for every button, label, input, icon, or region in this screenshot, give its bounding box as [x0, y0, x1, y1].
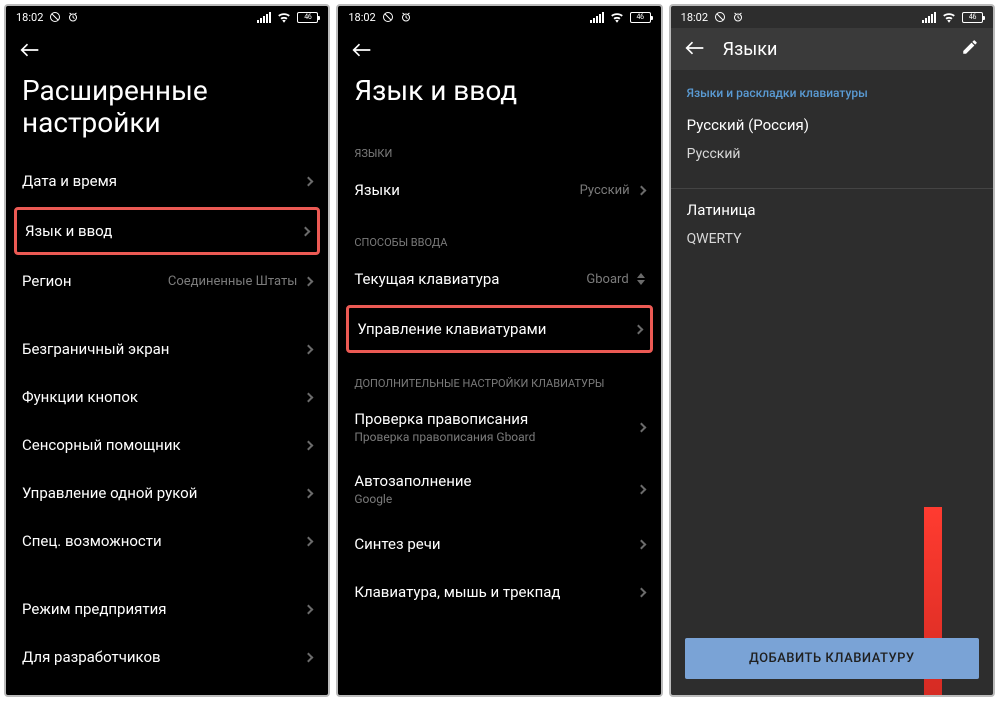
back-button[interactable] — [338, 28, 660, 65]
row-language-input[interactable]: Язык и ввод — [14, 207, 320, 255]
chevron-right-icon — [304, 392, 314, 402]
chevron-right-icon — [636, 539, 646, 549]
row-label: Дата и время — [22, 172, 117, 190]
status-bar: 18:02 46 — [6, 6, 328, 28]
row-sensor-helper[interactable]: Сенсорный помощник — [6, 421, 328, 469]
signal-icon — [257, 12, 271, 23]
row-value: Русский — [580, 183, 630, 198]
row-value: Соединенные Штаты — [168, 274, 297, 289]
row-subtitle: Проверка правописания Gboard — [354, 430, 535, 444]
status-time: 18:02 — [348, 11, 375, 24]
status-time: 18:02 — [681, 11, 708, 24]
row-enterprise[interactable]: Режим предприятия — [6, 585, 328, 633]
signal-icon — [922, 12, 936, 23]
row-languages[interactable]: Языки Русский — [338, 166, 660, 214]
row-label: Проверка правописания — [354, 410, 535, 428]
row-label: Клавиатура, мышь и трекпад — [354, 583, 560, 601]
row-autofill[interactable]: Автозаполнение Google — [338, 458, 660, 520]
chevron-right-icon — [304, 440, 314, 450]
dnd-icon — [49, 11, 61, 23]
dnd-icon — [382, 11, 394, 23]
row-kmt[interactable]: Клавиатура, мышь и трекпад — [338, 568, 660, 616]
add-keyboard-button[interactable]: ДОБАВИТЬ КЛАВИАТУРУ — [685, 638, 979, 679]
screen-advanced-settings: 18:02 46 Расширенные настройки Дата и вр… — [4, 4, 330, 697]
row-button-funcs[interactable]: Функции кнопок — [6, 373, 328, 421]
row-label: Безграничный экран — [22, 340, 169, 358]
row-label: Для разработчиков — [22, 648, 161, 666]
chevron-right-icon — [636, 422, 646, 432]
section-additional: ДОПОЛНИТЕЛЬНЫЕ НАСТРОЙКИ КЛАВИАТУРЫ — [338, 355, 660, 396]
status-bar: 18:02 46 — [671, 6, 993, 28]
page-title: Язык и ввод — [338, 65, 660, 125]
row-region[interactable]: Регион Соединенные Штаты — [6, 257, 328, 305]
back-button[interactable] — [6, 28, 328, 65]
row-label: Автозаполнение — [354, 472, 471, 490]
row-label: Сенсорный помощник — [22, 436, 181, 454]
back-button[interactable] — [685, 40, 705, 59]
page-title: Языки — [723, 39, 943, 60]
row-label: Спец. возможности — [22, 532, 162, 550]
row-current-keyboard[interactable]: Текущая клавиатура Gboard — [338, 255, 660, 303]
chevron-right-icon — [304, 276, 314, 286]
chevron-right-icon — [304, 536, 314, 546]
battery-icon: 46 — [962, 12, 983, 23]
row-date-time[interactable]: Дата и время — [6, 157, 328, 205]
screen-language-input: 18:02 46 Язык и ввод ЯЗЫКИ Языки Русский… — [336, 4, 662, 697]
chevron-right-icon — [636, 185, 646, 195]
row-spellcheck[interactable]: Проверка правописания Проверка правописа… — [338, 396, 660, 458]
chevron-right-icon — [304, 652, 314, 662]
row-label: Язык и ввод — [25, 222, 112, 240]
row-developer[interactable]: Для разработчиков — [6, 633, 328, 681]
sort-icon — [637, 273, 645, 285]
row-label: Управление клавиатурами — [357, 320, 546, 338]
row-label: Регион — [22, 272, 71, 290]
battery-icon: 46 — [630, 12, 651, 23]
wifi-icon — [277, 12, 291, 23]
battery-icon: 46 — [297, 12, 318, 23]
layout-secondary: Русский — [671, 140, 993, 168]
status-bar: 18:02 46 — [338, 6, 660, 28]
chevron-right-icon — [301, 226, 311, 236]
wifi-icon — [610, 12, 624, 23]
chevron-right-icon — [636, 484, 646, 494]
layout-primary: Латиница — [671, 195, 993, 225]
section-languages: ЯЗЫКИ — [338, 125, 660, 166]
page-title: Расширенные настройки — [6, 65, 328, 157]
row-subtitle: Google — [354, 492, 471, 506]
row-label: Управление одной рукой — [22, 484, 197, 502]
layout-secondary: QWERTY — [671, 225, 993, 253]
alarm-icon — [732, 11, 744, 23]
row-value: Gboard — [586, 272, 628, 287]
row-label: Языки — [354, 181, 400, 199]
signal-icon — [590, 12, 604, 23]
chevron-right-icon — [304, 344, 314, 354]
chevron-right-icon — [304, 176, 314, 186]
divider — [671, 188, 993, 189]
row-one-hand[interactable]: Управление одной рукой — [6, 469, 328, 517]
row-manage-keyboards[interactable]: Управление клавиатурами — [346, 305, 652, 353]
chevron-right-icon — [304, 488, 314, 498]
dnd-icon — [714, 11, 726, 23]
row-label: Функции кнопок — [22, 388, 138, 406]
row-label: Синтез речи — [354, 535, 440, 553]
chevron-right-icon — [633, 324, 643, 334]
layout-block-latin[interactable]: Латиница QWERTY — [671, 195, 993, 267]
wifi-icon — [942, 12, 956, 23]
row-label: Текущая клавиатура — [354, 270, 499, 288]
row-accessibility[interactable]: Спец. возможности — [6, 517, 328, 565]
row-edge-screen[interactable]: Безграничный экран — [6, 325, 328, 373]
layout-primary: Русский (Россия) — [671, 110, 993, 140]
edit-button[interactable] — [961, 38, 979, 60]
alarm-icon — [400, 11, 412, 23]
alarm-icon — [67, 11, 79, 23]
screen-keyboard-languages: 18:02 46 Языки Языки и раскладки клавиат… — [669, 4, 995, 697]
row-tts[interactable]: Синтез речи — [338, 520, 660, 568]
status-time: 18:02 — [16, 11, 43, 24]
chevron-right-icon — [304, 604, 314, 614]
section-input-methods: СПОСОБЫ ВВОДА — [338, 214, 660, 255]
row-label: Режим предприятия — [22, 600, 166, 618]
section-layouts: Языки и раскладки клавиатуры — [671, 70, 993, 110]
layout-block-russian[interactable]: Русский (Россия) Русский — [671, 110, 993, 182]
chevron-right-icon — [636, 587, 646, 597]
